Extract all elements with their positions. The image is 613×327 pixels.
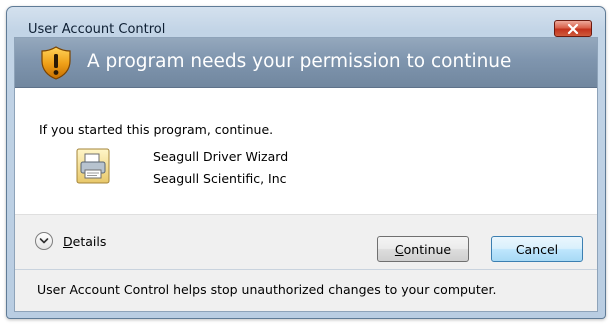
intro-text: If you started this program, continue. — [39, 122, 274, 137]
uac-shield-warning-icon — [41, 46, 71, 80]
cancel-label: Cancel — [515, 241, 559, 257]
close-x-icon — [567, 23, 579, 34]
program-name: Seagull Driver Wizard — [153, 149, 289, 164]
program-publisher: Seagull Scientific, Inc — [153, 171, 287, 186]
continue-button[interactable]: Continue — [377, 236, 469, 262]
details-label: Details — [63, 233, 107, 249]
title-bar[interactable]: User Account Control — [7, 7, 605, 37]
close-button[interactable] — [554, 20, 592, 37]
dialog-content: A program needs your permission to conti… — [14, 37, 598, 312]
chevron-down-circle-icon — [35, 232, 53, 250]
printer-driver-icon — [76, 148, 110, 184]
window-title: User Account Control — [28, 22, 166, 37]
details-toggle[interactable]: Details — [35, 232, 106, 250]
permission-banner: A program needs your permission to conti… — [15, 38, 597, 88]
uac-dialog: User Account Control A program needs you… — [6, 6, 606, 319]
footer-text: User Account Control helps stop unauthor… — [37, 282, 497, 297]
continue-label: Continue — [394, 241, 452, 257]
cancel-button[interactable]: Cancel — [491, 236, 583, 262]
footer: User Account Control helps stop unauthor… — [15, 269, 597, 311]
banner-heading: A program needs your permission to conti… — [87, 51, 512, 72]
